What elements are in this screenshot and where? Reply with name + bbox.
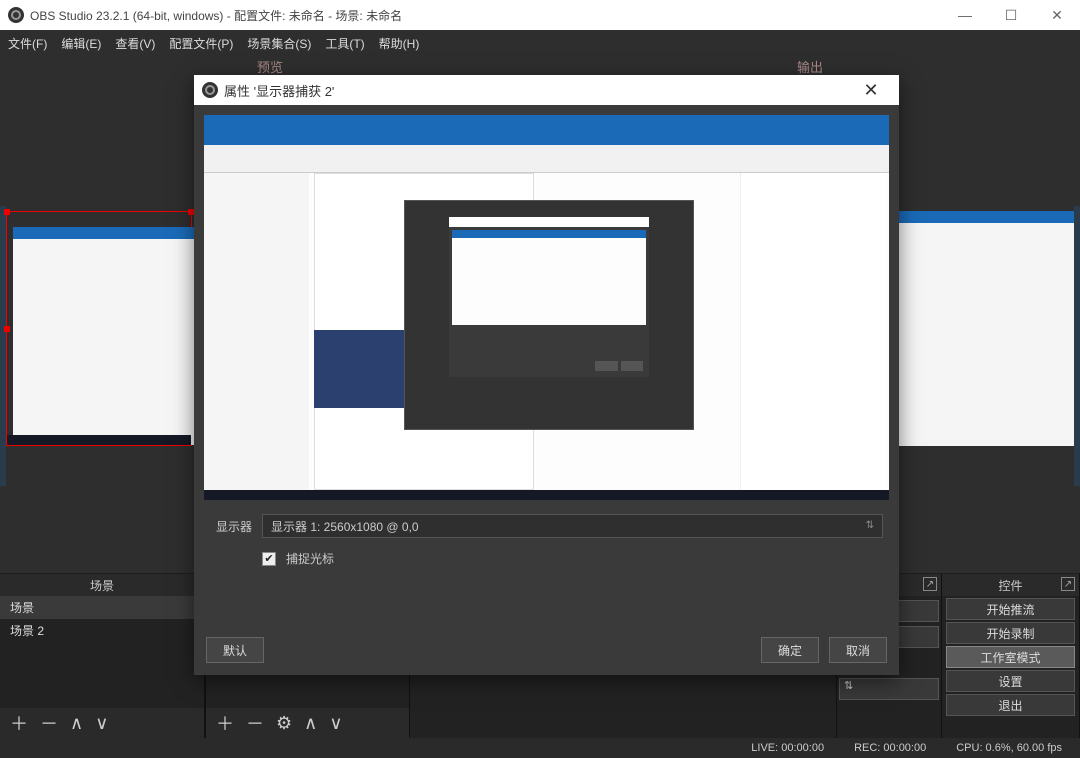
controls-dock: 控件 ↗ 开始推流 开始录制 工作室模式 设置 退出 [942, 574, 1080, 738]
move-source-up-button[interactable]: ∧ [304, 713, 317, 734]
scenes-title: 场景 [90, 577, 114, 594]
preview-ribbon [204, 145, 889, 173]
preview-bluebox [314, 330, 404, 408]
studio-preview[interactable] [888, 211, 1074, 446]
dialog-close-button[interactable]: ✕ [851, 80, 891, 101]
cancel-button[interactable]: 取消 [829, 637, 887, 663]
maximize-button[interactable]: ☐ [988, 0, 1034, 30]
studio-mode-button[interactable]: 工作室模式 [946, 646, 1075, 668]
capture-cursor-checkbox[interactable]: ✔ [262, 552, 276, 566]
status-live: LIVE: 00:00:00 [751, 742, 824, 754]
app-icon [202, 82, 218, 98]
preview-label: 预览 [257, 57, 283, 76]
preview-content [13, 227, 201, 445]
select-arrows-icon: ⇅ [866, 521, 874, 531]
defaults-button[interactable]: 默认 [206, 637, 264, 663]
scenes-header: 场景 [0, 574, 204, 596]
scenes-toolbar: ＋ － ∧ ∨ [0, 708, 204, 738]
scene-item[interactable]: 场景 [0, 596, 204, 619]
selection-handle[interactable] [4, 326, 10, 332]
menu-view[interactable]: 查看(V) [115, 35, 155, 52]
add-scene-button[interactable]: ＋ [10, 710, 28, 736]
move-scene-down-button[interactable]: ∨ [95, 713, 108, 734]
preview-taskbar [7, 435, 191, 445]
dialog-buttons: 默认 确定 取消 [194, 631, 899, 675]
side-artifact [1074, 206, 1080, 486]
remove-source-button[interactable]: － [246, 710, 264, 736]
move-source-down-button[interactable]: ∨ [329, 713, 342, 734]
app-icon [8, 7, 24, 23]
scenes-dock: 场景 场景 场景 2 ＋ － ∧ ∨ [0, 574, 205, 738]
dock-popout-icon[interactable]: ↗ [1061, 577, 1075, 591]
properties-dialog: 属性 '显示器捕获 2' ✕ 显示器 显示器 1: 2560x1080 @ 0,… [194, 75, 899, 675]
window-titlebar: OBS Studio 23.2.1 (64-bit, windows) - 配置… [0, 0, 1080, 30]
preview-inner-window [449, 217, 649, 377]
source-properties-button[interactable]: ⚙ [276, 713, 292, 734]
start-recording-button[interactable]: 开始录制 [946, 622, 1075, 644]
menu-profile[interactable]: 配置文件(P) [169, 35, 233, 52]
controls-title: 控件 [998, 577, 1022, 594]
scene-item[interactable]: 场景 2 [0, 619, 204, 642]
status-rec: REC: 00:00:00 [854, 742, 926, 754]
controls-header: 控件 ↗ [942, 574, 1079, 596]
display-select-value: 显示器 1: 2560x1080 @ 0,0 [271, 518, 419, 535]
minimize-button[interactable]: — [942, 0, 988, 30]
settings-button[interactable]: 设置 [946, 670, 1075, 692]
output-label: 输出 [797, 57, 823, 76]
menu-edit[interactable]: 编辑(E) [61, 35, 101, 52]
remove-scene-button[interactable]: － [40, 710, 58, 736]
exit-button[interactable]: 退出 [946, 694, 1075, 716]
menu-scene-collection[interactable]: 场景集合(S) [247, 35, 311, 52]
start-streaming-button[interactable]: 开始推流 [946, 598, 1075, 620]
status-cpu: CPU: 0.6%, 60.00 fps [956, 742, 1062, 754]
dock-popout-icon[interactable]: ↗ [923, 577, 937, 591]
dialog-preview [204, 115, 889, 500]
status-bar: LIVE: 00:00:00 REC: 00:00:00 CPU: 0.6%, … [0, 738, 1080, 758]
sources-toolbar: ＋ － ⚙ ∧ ∨ [206, 708, 409, 738]
menu-tools[interactable]: 工具(T) [325, 35, 364, 52]
menu-bar: 文件(F) 编辑(E) 查看(V) 配置文件(P) 场景集合(S) 工具(T) … [0, 30, 1080, 56]
ok-button[interactable]: 确定 [761, 637, 819, 663]
transition-extra[interactable]: ⇅ [839, 678, 939, 700]
preview-leftpane [204, 173, 309, 490]
preview-output-labels: 预览 输出 [0, 56, 1080, 76]
preview-content [888, 211, 1074, 446]
dialog-titlebar[interactable]: 属性 '显示器捕获 2' ✕ [194, 75, 899, 105]
dialog-title: 属性 '显示器捕获 2' [224, 81, 851, 100]
capture-cursor-label[interactable]: 捕捉光标 [286, 550, 334, 567]
controls-body: 开始推流 开始录制 工作室模式 设置 退出 [942, 596, 1079, 738]
menu-file[interactable]: 文件(F) [8, 35, 47, 52]
window-title: OBS Studio 23.2.1 (64-bit, windows) - 配置… [30, 7, 1072, 24]
menu-help[interactable]: 帮助(H) [379, 35, 420, 52]
display-label: 显示器 [210, 518, 252, 535]
selection-handle[interactable] [4, 209, 10, 215]
close-button[interactable]: ✕ [1034, 0, 1080, 30]
program-preview[interactable] [6, 211, 192, 446]
add-source-button[interactable]: ＋ [216, 710, 234, 736]
display-select[interactable]: 显示器 1: 2560x1080 @ 0,0 ⇅ [262, 514, 883, 538]
move-scene-up-button[interactable]: ∧ [70, 713, 83, 734]
preview-rightcol [740, 173, 885, 490]
dialog-form: 显示器 显示器 1: 2560x1080 @ 0,0 ⇅ ✔ 捕捉光标 [194, 500, 899, 571]
scenes-list[interactable]: 场景 场景 2 [0, 596, 204, 708]
